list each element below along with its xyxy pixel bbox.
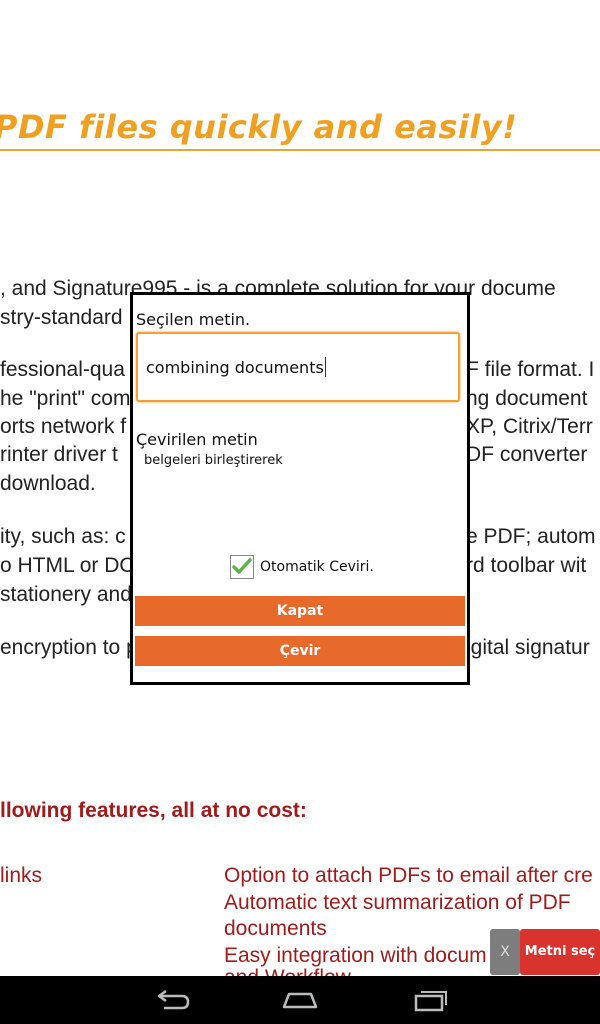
translated-label: Çevirilen metin xyxy=(136,430,258,449)
features-heading: llowing features, all at no cost: xyxy=(0,799,307,822)
body-line-right: rd toolbar wit xyxy=(466,554,587,577)
body-line: download. xyxy=(0,472,96,495)
feature-item: documents xyxy=(224,917,327,940)
body-line: stationery and xyxy=(0,583,132,606)
dismiss-button[interactable]: X xyxy=(490,929,520,975)
body-line: rinter driver t xyxy=(0,443,118,466)
home-icon[interactable] xyxy=(280,988,320,1012)
translated-text: belgeleri birleştirerek xyxy=(144,453,283,468)
feature-link[interactable]: links xyxy=(0,864,42,888)
select-text-button[interactable]: Metni seç xyxy=(520,929,600,975)
source-text-value: combining documents xyxy=(146,358,324,377)
headline-divider xyxy=(0,149,600,151)
body-line-right: DF converter xyxy=(466,443,588,466)
close-button[interactable]: Kapat xyxy=(135,596,465,626)
body-line: ity, such as: c xyxy=(0,525,126,548)
translate-button[interactable]: Çevir xyxy=(135,636,465,666)
body-line: he "print" com xyxy=(0,387,131,410)
body-line-right: ng document xyxy=(466,387,588,410)
auto-translate-checkbox[interactable] xyxy=(230,555,254,579)
feature-item: Automatic text summarization of PDF xyxy=(224,891,571,914)
body-line: stry-standard xyxy=(0,306,123,329)
body-line-right: XP, Citrix/Terr xyxy=(466,415,593,438)
body-line: encryption to p xyxy=(0,636,138,659)
source-label: Seçilen metin. xyxy=(136,310,251,329)
feature-item: Easy integration with docum xyxy=(224,944,487,967)
check-icon xyxy=(232,558,252,574)
source-text-wrapper: combining documents xyxy=(146,357,326,377)
source-text-input[interactable]: combining documents xyxy=(136,332,460,402)
auto-translate-label: Otomatik Ceviri. xyxy=(260,559,374,575)
back-icon[interactable] xyxy=(152,988,192,1012)
auto-translate-row[interactable]: Otomatik Ceviri. xyxy=(230,555,374,579)
navigation-bar xyxy=(0,976,600,1024)
translate-dialog: Seçilen metin. combining documents Çevir… xyxy=(130,292,470,685)
recents-icon[interactable] xyxy=(410,988,450,1012)
text-caret xyxy=(324,357,326,377)
body-line-right: e PDF; autom xyxy=(466,525,596,548)
feature-item: Option to attach PDFs to email after cre xyxy=(224,864,593,887)
feature-item: and Workflow xyxy=(224,966,351,976)
body-line-right: F file format. I xyxy=(466,358,595,381)
body-line: o HTML or DO xyxy=(0,554,136,577)
body-line: fessional-qua xyxy=(0,358,125,381)
body-line: orts network f xyxy=(0,415,127,438)
page-headline: PDF files quickly and easily! xyxy=(0,108,518,146)
body-line-right: igital signatur xyxy=(466,636,590,659)
